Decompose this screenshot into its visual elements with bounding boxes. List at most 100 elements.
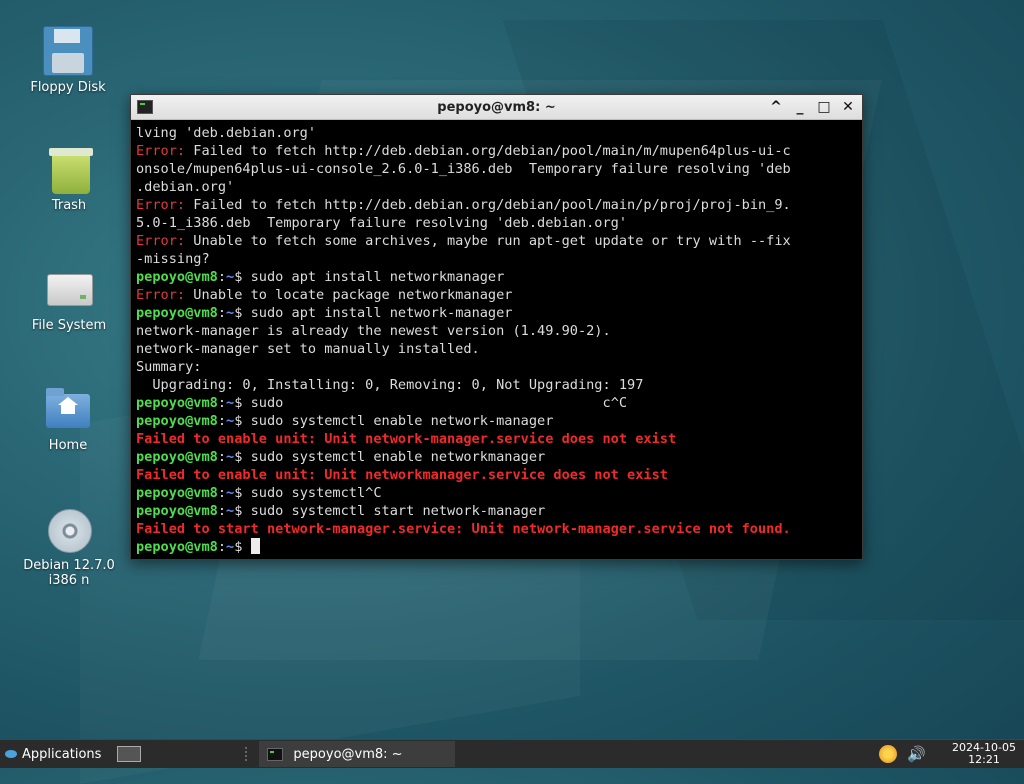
desktop-icon-home[interactable]: Home xyxy=(13,386,123,453)
terminal-line: network-manager is already the newest ve… xyxy=(136,322,857,340)
terminal-line: pepoyo@vm8:~$ xyxy=(136,538,857,556)
prompt-separator: : xyxy=(217,305,227,321)
terminal-line: Failed to start network-manager.service:… xyxy=(136,520,857,538)
failure-message: Failed to enable unit: Unit network-mana… xyxy=(136,431,677,447)
prompt-separator: : xyxy=(217,413,227,429)
taskbar-window-button[interactable]: pepoyo@vm8: ~ xyxy=(259,741,456,767)
command-text: sudo systemctl start network-manager xyxy=(250,503,546,519)
terminal-text: Failed to fetch http://deb.debian.org/de… xyxy=(185,143,791,159)
shade-button[interactable]: ^ xyxy=(766,97,786,117)
terminal-app-icon xyxy=(267,747,284,761)
terminal-text: Summary: xyxy=(136,359,202,375)
maximize-button[interactable]: □ xyxy=(814,97,834,117)
terminal-line: network-manager set to manually installe… xyxy=(136,340,857,358)
terminal-line: pepoyo@vm8:~$ sudo systemctl^C xyxy=(136,484,857,502)
prompt-user: pepoyo@vm8 xyxy=(136,395,218,411)
prompt-separator: : xyxy=(217,503,227,519)
volume-icon[interactable]: 🔊 xyxy=(907,745,926,763)
terminal-line: Upgrading: 0, Installing: 0, Removing: 0… xyxy=(136,376,857,394)
desktop-icon-label: Debian 12.7.0 i386 n xyxy=(23,558,115,588)
window-titlebar[interactable]: pepoyo@vm8: ~ ^ _ □ ✕ xyxy=(131,95,862,120)
home-folder-icon xyxy=(44,386,92,434)
desktop-icon-trash[interactable]: Trash xyxy=(14,148,124,213)
prompt-dollar: $ xyxy=(234,305,251,321)
terminal-text: 5.0-1_i386.deb Temporary failure resolvi… xyxy=(136,215,628,231)
prompt-separator: : xyxy=(217,539,227,555)
terminal-text: -missing? xyxy=(136,251,210,267)
prompt-path: ~ xyxy=(226,269,235,285)
terminal-line: Error: Unable to locate package networkm… xyxy=(136,286,857,304)
trash-icon xyxy=(49,148,93,194)
prompt-separator: : xyxy=(217,269,227,285)
terminal-output[interactable]: lving 'deb.debian.org' Error: Failed to f… xyxy=(131,120,862,560)
command-text: sudo apt install network-manager xyxy=(250,305,513,321)
update-notifier-icon[interactable] xyxy=(879,745,898,763)
minimize-button[interactable]: _ xyxy=(790,97,810,117)
file-system-icon xyxy=(45,266,93,314)
desktop-icon-debian-disc[interactable]: Debian 12.7.0 i386 n xyxy=(14,506,124,588)
terminal-text: Unable to fetch some archives, maybe run… xyxy=(185,233,791,249)
prompt-separator: : xyxy=(217,395,227,411)
terminal-line: Error: Failed to fetch http://deb.debian… xyxy=(136,196,857,214)
terminal-text: Upgrading: 0, Installing: 0, Removing: 0… xyxy=(136,377,644,393)
terminal-line: .debian.org' xyxy=(136,178,857,196)
prompt-dollar: $ xyxy=(234,503,251,519)
error-label: Error: xyxy=(136,233,186,249)
prompt-user: pepoyo@vm8 xyxy=(136,305,218,321)
terminal-window[interactable]: pepoyo@vm8: ~ ^ _ □ ✕ lving 'deb.debian.… xyxy=(130,94,863,560)
prompt-separator: : xyxy=(217,449,227,465)
prompt-path: ~ xyxy=(226,449,235,465)
prompt-separator: : xyxy=(217,485,227,501)
prompt-user: pepoyo@vm8 xyxy=(136,485,218,501)
prompt-path: ~ xyxy=(226,305,235,321)
prompt-user: pepoyo@vm8 xyxy=(136,539,218,555)
prompt-path: ~ xyxy=(226,395,235,411)
panel-separator xyxy=(245,747,253,761)
window-title: pepoyo@vm8: ~ xyxy=(437,99,556,115)
xfce-logo-icon xyxy=(4,747,18,761)
desktop-icon-file-system[interactable]: File System xyxy=(14,266,124,333)
terminal-line: pepoyo@vm8:~$ sudo apt install networkma… xyxy=(136,268,857,286)
show-desktop-button[interactable] xyxy=(117,746,142,762)
command-text: sudo systemctl enable network-manager xyxy=(250,413,554,429)
error-label: Error: xyxy=(136,197,186,213)
terminal-line: lving 'deb.debian.org' xyxy=(136,124,857,142)
taskbar: Applications pepoyo@vm8: ~ 🔊 2024-10-05 … xyxy=(0,739,1024,768)
applications-menu-button[interactable]: Applications xyxy=(0,747,101,762)
prompt-path: ~ xyxy=(226,485,235,501)
prompt-user: pepoyo@vm8 xyxy=(136,413,218,429)
prompt-dollar: $ xyxy=(234,395,251,411)
command-text: sudo apt install networkmanager xyxy=(250,269,505,285)
desktop-icon-label: Floppy Disk xyxy=(30,80,106,95)
prompt-user: pepoyo@vm8 xyxy=(136,269,218,285)
prompt-dollar: $ xyxy=(234,449,251,465)
terminal-line: Summary: xyxy=(136,358,857,376)
desktop-icon-label: Home xyxy=(48,438,88,453)
clock-time: 12:21 xyxy=(968,753,1000,766)
desktop-icon-label: Trash xyxy=(51,198,87,213)
prompt-user: pepoyo@vm8 xyxy=(136,449,218,465)
prompt-dollar: $ xyxy=(234,413,251,429)
cd-disc-icon xyxy=(45,506,93,554)
terminal-text: network-manager set to manually installe… xyxy=(136,341,480,357)
text-cursor xyxy=(250,538,260,554)
terminal-line: pepoyo@vm8:~$ sudo c^C xyxy=(136,394,857,412)
terminal-text: lving 'deb.debian.org' xyxy=(136,125,317,141)
command-text: sudo systemctl^C xyxy=(250,485,382,501)
failure-message: Failed to start network-manager.service:… xyxy=(136,521,791,537)
terminal-text: network-manager is already the newest ve… xyxy=(136,323,611,339)
terminal-line: pepoyo@vm8:~$ sudo systemctl enable netw… xyxy=(136,412,857,430)
close-button[interactable]: ✕ xyxy=(838,97,858,117)
terminal-text: onsole/mupen64plus-ui-console_2.6.0-1_i3… xyxy=(136,161,791,177)
terminal-line: pepoyo@vm8:~$ sudo systemctl start netwo… xyxy=(136,502,857,520)
command-text: sudo systemctl enable networkmanager xyxy=(250,449,546,465)
terminal-line: Error: Unable to fetch some archives, ma… xyxy=(136,232,857,250)
terminal-line: -missing? xyxy=(136,250,857,268)
desktop-icon-floppy-disk[interactable]: Floppy Disk xyxy=(13,26,123,95)
applications-label: Applications xyxy=(22,746,102,762)
error-label: Error: xyxy=(136,143,186,159)
prompt-path: ~ xyxy=(226,413,235,429)
error-label: Error: xyxy=(136,287,186,303)
clock[interactable]: 2024-10-05 12:21 xyxy=(944,742,1024,766)
command-text: sudo c^C xyxy=(250,395,628,411)
